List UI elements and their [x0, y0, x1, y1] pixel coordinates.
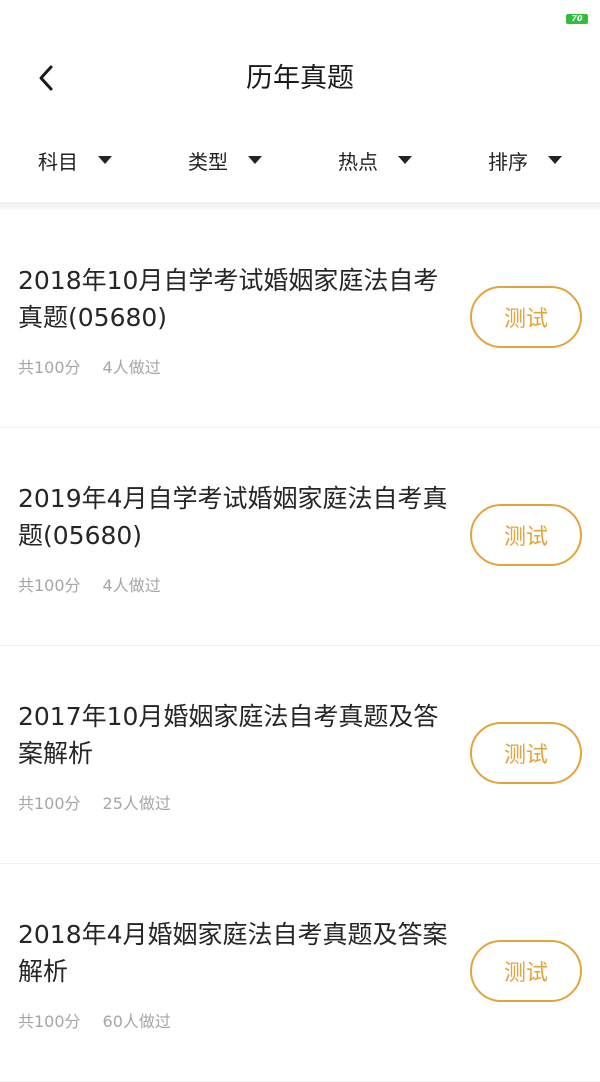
item-taken-count: 25人做过	[102, 794, 171, 813]
caret-down-icon	[98, 156, 112, 164]
test-button[interactable]: 测试	[470, 722, 582, 784]
item-meta: 共100分 4人做过	[18, 572, 161, 596]
item-score: 共100分	[18, 794, 81, 813]
filter-sort[interactable]: 排序	[450, 128, 600, 192]
item-meta: 共100分 25人做过	[18, 790, 171, 814]
filter-subject[interactable]: 科目	[0, 128, 150, 192]
caret-down-icon	[398, 156, 412, 164]
item-meta: 共100分 4人做过	[18, 354, 161, 378]
page-title: 历年真题	[246, 63, 354, 94]
battery-icon: 70	[566, 14, 588, 24]
test-button[interactable]: 测试	[470, 504, 582, 566]
item-score: 共100分	[18, 358, 81, 377]
item-title: 2018年4月婚姻家庭法自考真题及答案解析	[18, 920, 448, 986]
item-title: 2018年10月自学考试婚姻家庭法自考真题(05680)	[18, 266, 439, 332]
section-divider	[0, 202, 600, 210]
filter-hot[interactable]: 热点	[300, 128, 450, 192]
list-item[interactable]: 2017年10月婚姻家庭法自考真题及答案解析 共100分 25人做过 测试	[0, 646, 600, 864]
filter-label: 科目	[38, 149, 78, 174]
item-taken-count: 60人做过	[102, 1012, 171, 1031]
filter-label: 类型	[188, 149, 228, 174]
filter-type[interactable]: 类型	[150, 128, 300, 192]
list-item[interactable]: 2018年10月自学考试婚姻家庭法自考真题(05680) 共100分 4人做过 …	[0, 210, 600, 428]
item-taken-count: 4人做过	[102, 576, 161, 595]
exam-list: 2018年10月自学考试婚姻家庭法自考真题(05680) 共100分 4人做过 …	[0, 210, 600, 1082]
filter-label: 热点	[338, 149, 378, 174]
status-bar: 70	[0, 0, 600, 36]
filter-label: 排序	[488, 149, 528, 174]
item-score: 共100分	[18, 576, 81, 595]
caret-down-icon	[548, 156, 562, 164]
caret-down-icon	[248, 156, 262, 164]
item-meta: 共100分 60人做过	[18, 1008, 171, 1032]
item-taken-count: 4人做过	[102, 358, 161, 377]
nav-bar: 历年真题	[0, 44, 600, 116]
list-item[interactable]: 2018年4月婚姻家庭法自考真题及答案解析 共100分 60人做过 测试	[0, 864, 600, 1082]
filter-bar: 科目 类型 热点 排序	[0, 128, 600, 192]
test-button[interactable]: 测试	[470, 940, 582, 1002]
item-title: 2017年10月婚姻家庭法自考真题及答案解析	[18, 702, 439, 768]
item-title: 2019年4月自学考试婚姻家庭法自考真题(05680)	[18, 484, 448, 550]
item-score: 共100分	[18, 1012, 81, 1031]
list-item[interactable]: 2019年4月自学考试婚姻家庭法自考真题(05680) 共100分 4人做过 测…	[0, 428, 600, 646]
test-button[interactable]: 测试	[470, 286, 582, 348]
